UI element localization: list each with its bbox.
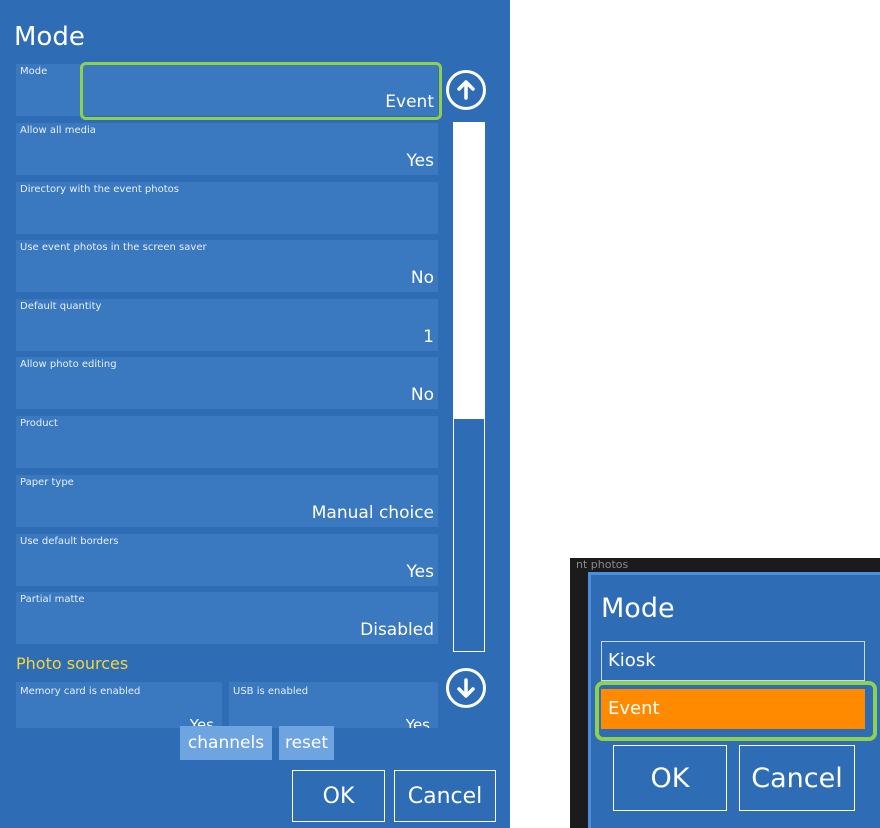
source-value: Yes bbox=[405, 716, 430, 728]
source-label: Memory card is enabled bbox=[20, 686, 141, 697]
setting-label: Paper type bbox=[20, 477, 74, 488]
channels-button[interactable]: channels bbox=[180, 726, 272, 760]
scroll-up-button[interactable] bbox=[446, 70, 486, 110]
arrow-down-circle-icon bbox=[457, 678, 475, 698]
cancel-button[interactable]: Cancel bbox=[394, 770, 496, 822]
setting-value: Manual choice bbox=[311, 503, 434, 523]
scroll-down-button[interactable] bbox=[446, 668, 486, 708]
setting-value: Yes bbox=[406, 562, 434, 582]
setting-label: Allow photo editing bbox=[20, 359, 117, 370]
setting-photo-editing[interactable]: Allow photo editing No bbox=[16, 357, 438, 409]
setting-label: Use default borders bbox=[20, 536, 119, 547]
setting-label: Allow all media bbox=[20, 125, 96, 136]
ok-button[interactable]: OK bbox=[292, 770, 385, 822]
setting-event-directory[interactable]: Directory with the event photos bbox=[16, 182, 438, 234]
setting-value: No bbox=[410, 268, 434, 288]
mode-dialog: Mode Kiosk Event OK Cancel bbox=[588, 572, 880, 828]
background-text: nt photos bbox=[576, 558, 629, 571]
settings-panel: Mode Mode Event Allow all media Yes Dire… bbox=[0, 0, 510, 828]
setting-partial-matte[interactable]: Partial matte Disabled bbox=[16, 592, 438, 644]
setting-default-borders[interactable]: Use default borders Yes bbox=[16, 534, 438, 586]
setting-value: No bbox=[410, 385, 434, 405]
reset-button[interactable]: reset bbox=[279, 726, 334, 760]
setting-default-quantity[interactable]: Default quantity 1 bbox=[16, 299, 438, 351]
scrollbar-thumb[interactable] bbox=[454, 123, 484, 419]
setting-label: Directory with the event photos bbox=[20, 184, 179, 195]
setting-value: Yes bbox=[406, 151, 434, 171]
setting-label: Use event photos in the screen saver bbox=[20, 242, 207, 253]
photo-sources-heading: Photo sources bbox=[16, 654, 129, 673]
setting-product[interactable]: Product bbox=[16, 416, 438, 468]
setting-label: Mode bbox=[20, 66, 48, 77]
scrollbar[interactable] bbox=[453, 122, 485, 652]
arrow-up-circle-icon bbox=[457, 80, 475, 100]
setting-mode[interactable]: Mode Event bbox=[16, 62, 442, 120]
setting-screen-saver[interactable]: Use event photos in the screen saver No bbox=[16, 240, 438, 292]
dialog-cancel-button[interactable]: Cancel bbox=[739, 745, 855, 811]
dialog-ok-button[interactable]: OK bbox=[613, 745, 727, 811]
setting-label: Default quantity bbox=[20, 301, 102, 312]
setting-label: Product bbox=[20, 418, 58, 429]
page-title: Mode bbox=[14, 22, 85, 52]
mode-popup: nt photos Mode Kiosk Event OK Cancel bbox=[570, 558, 880, 828]
source-usb[interactable]: USB is enabled Yes bbox=[229, 682, 438, 728]
setting-value: 1 bbox=[423, 327, 434, 347]
dialog-title: Mode bbox=[601, 593, 675, 624]
setting-paper-type[interactable]: Paper type Manual choice bbox=[16, 475, 438, 527]
option-kiosk[interactable]: Kiosk bbox=[601, 641, 865, 681]
setting-value: Disabled bbox=[360, 620, 434, 640]
selection-highlight bbox=[595, 681, 877, 741]
source-memory-card[interactable]: Memory card is enabled Yes bbox=[16, 682, 222, 728]
setting-label: Partial matte bbox=[20, 594, 85, 605]
source-label: USB is enabled bbox=[233, 686, 309, 697]
setting-value: Event bbox=[385, 92, 434, 112]
setting-allow-all-media[interactable]: Allow all media Yes bbox=[16, 123, 438, 175]
